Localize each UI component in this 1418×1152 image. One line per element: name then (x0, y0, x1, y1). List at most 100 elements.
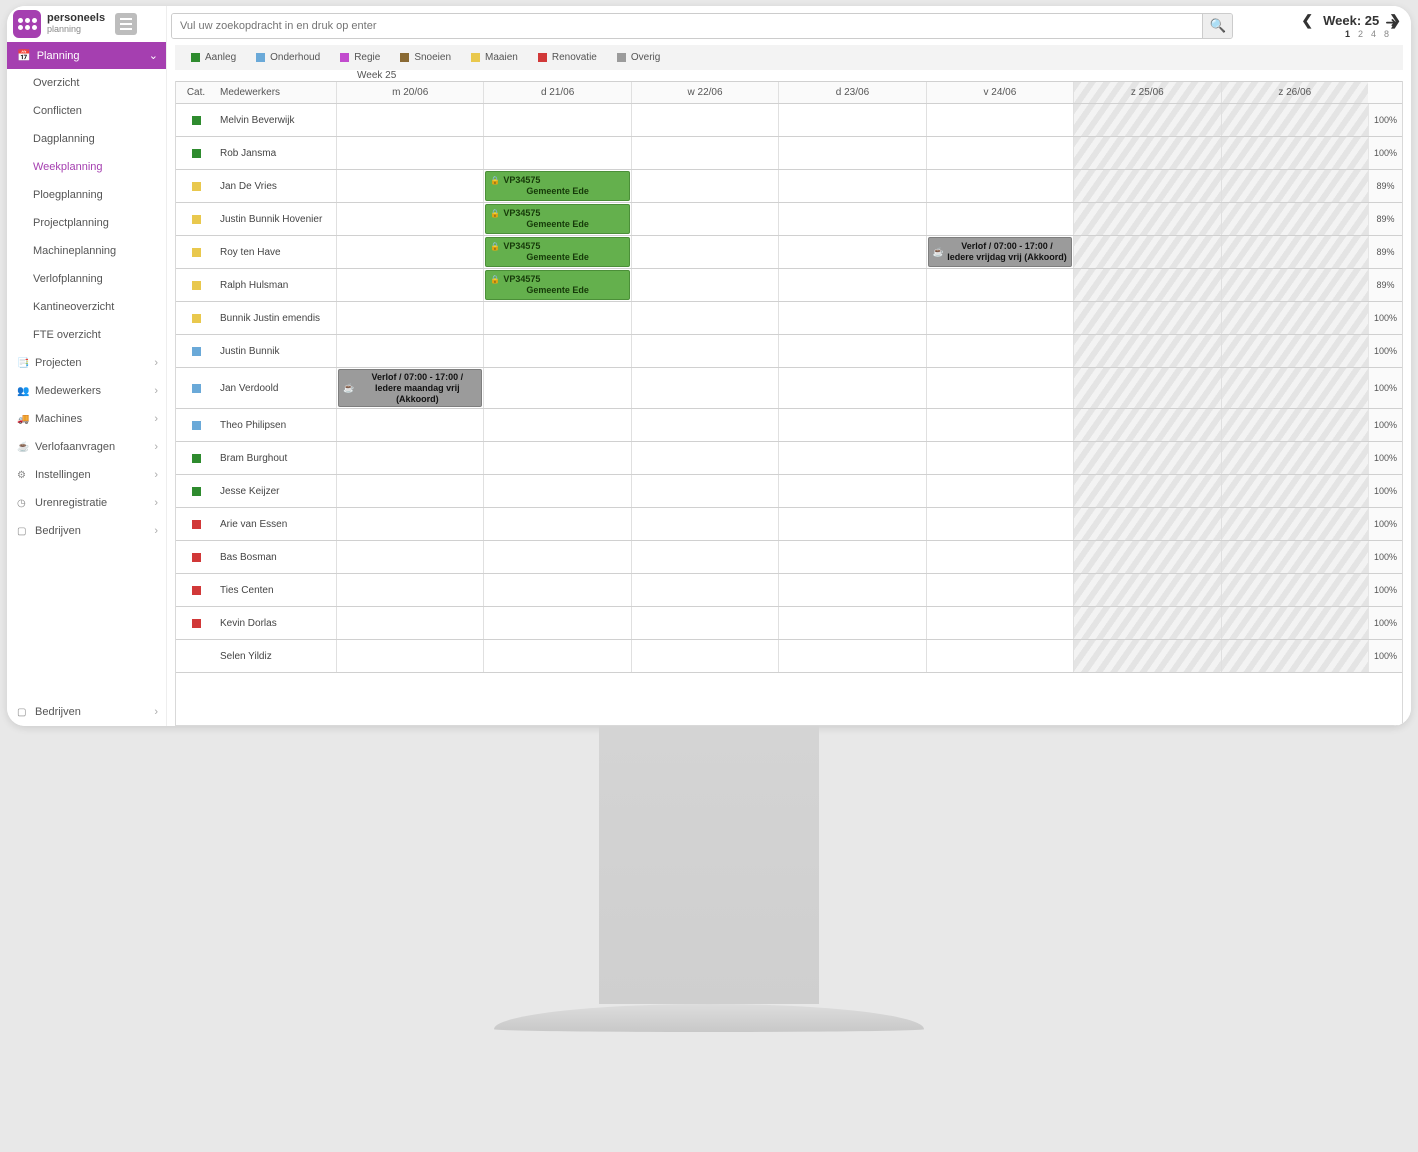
row-name[interactable]: Kevin Dorlas (216, 607, 336, 639)
cell-day-4[interactable] (926, 640, 1073, 672)
cell-day-2[interactable] (631, 335, 778, 367)
event-project[interactable]: 🔒VP34575Gemeente Ede (485, 237, 629, 267)
cell-day-5[interactable] (1073, 137, 1220, 169)
cell-day-5[interactable] (1073, 541, 1220, 573)
cell-day-4[interactable] (926, 269, 1073, 301)
cell-day-1[interactable] (483, 409, 630, 441)
legend-overig[interactable]: Overig (609, 49, 668, 66)
cell-day-0[interactable] (336, 508, 483, 540)
cell-day-4[interactable] (926, 137, 1073, 169)
nav-section-instellingen[interactable]: ⚙Instellingen› (7, 461, 166, 489)
cell-day-0[interactable] (336, 335, 483, 367)
cell-day-3[interactable] (778, 475, 925, 507)
cell-day-6[interactable] (1221, 203, 1368, 235)
cell-day-4[interactable]: ☕Verlof / 07:00 - 17:00 / Iedere vrijdag… (926, 236, 1073, 268)
cell-day-6[interactable] (1221, 442, 1368, 474)
cell-day-6[interactable] (1221, 302, 1368, 334)
cell-day-3[interactable] (778, 409, 925, 441)
cell-day-5[interactable] (1073, 368, 1220, 408)
nav-section-verlofaanvragen[interactable]: ☕Verlofaanvragen› (7, 433, 166, 461)
cell-day-3[interactable] (778, 236, 925, 268)
cell-day-3[interactable] (778, 104, 925, 136)
cell-day-2[interactable] (631, 137, 778, 169)
cell-day-5[interactable] (1073, 442, 1220, 474)
cell-day-5[interactable] (1073, 475, 1220, 507)
cell-day-1[interactable] (483, 335, 630, 367)
nav-item-machineplanning[interactable]: Machineplanning (7, 237, 166, 265)
header-day-2[interactable]: w 22/06 (631, 82, 778, 103)
cell-day-2[interactable] (631, 409, 778, 441)
row-name[interactable]: Bram Burghout (216, 442, 336, 474)
cell-day-6[interactable] (1221, 508, 1368, 540)
cell-day-2[interactable] (631, 104, 778, 136)
cell-day-2[interactable] (631, 541, 778, 573)
cell-day-0[interactable] (336, 269, 483, 301)
cell-day-1[interactable] (483, 607, 630, 639)
header-day-1[interactable]: d 21/06 (483, 82, 630, 103)
week-size-1[interactable]: 1 (1345, 29, 1350, 39)
cell-day-5[interactable] (1073, 269, 1220, 301)
cell-day-1[interactable]: 🔒VP34575Gemeente Ede (483, 203, 630, 235)
cell-day-4[interactable] (926, 607, 1073, 639)
row-name[interactable]: Bunnik Justin emendis (216, 302, 336, 334)
cell-day-4[interactable] (926, 409, 1073, 441)
nav-section-bedrijven[interactable]: ▢Bedrijven› (7, 517, 166, 545)
cell-day-3[interactable] (778, 574, 925, 606)
header-day-4[interactable]: v 24/06 (926, 82, 1073, 103)
nav-section-medewerkers[interactable]: 👥Medewerkers› (7, 377, 166, 405)
cell-day-5[interactable] (1073, 574, 1220, 606)
cell-day-4[interactable] (926, 475, 1073, 507)
cell-day-0[interactable] (336, 409, 483, 441)
cell-day-5[interactable] (1073, 170, 1220, 202)
cell-day-4[interactable] (926, 574, 1073, 606)
cell-day-1[interactable] (483, 475, 630, 507)
cell-day-3[interactable] (778, 442, 925, 474)
nav-section-projecten[interactable]: 📑Projecten› (7, 349, 166, 377)
cell-day-3[interactable] (778, 203, 925, 235)
cell-day-4[interactable] (926, 203, 1073, 235)
cell-day-2[interactable] (631, 475, 778, 507)
search-button[interactable]: 🔍 (1202, 14, 1232, 38)
cell-day-4[interactable] (926, 541, 1073, 573)
header-day-6[interactable]: z 26/06 (1221, 82, 1368, 103)
cell-day-1[interactable]: 🔒VP34575Gemeente Ede (483, 170, 630, 202)
week-size-4[interactable]: 4 (1371, 29, 1376, 39)
cell-day-5[interactable] (1073, 640, 1220, 672)
cell-day-5[interactable] (1073, 203, 1220, 235)
cell-day-4[interactable] (926, 508, 1073, 540)
row-name[interactable]: Selen Yildiz (216, 640, 336, 672)
cell-day-5[interactable] (1073, 607, 1220, 639)
nav-item-dagplanning[interactable]: Dagplanning (7, 125, 166, 153)
cell-day-0[interactable] (336, 475, 483, 507)
cell-day-6[interactable] (1221, 269, 1368, 301)
legend-maaien[interactable]: Maaien (463, 49, 526, 66)
cell-day-1[interactable]: 🔒VP34575Gemeente Ede (483, 236, 630, 268)
cell-day-5[interactable] (1073, 302, 1220, 334)
row-name[interactable]: Melvin Beverwijk (216, 104, 336, 136)
nav-item-conflicten[interactable]: Conflicten (7, 97, 166, 125)
cell-day-0[interactable] (336, 236, 483, 268)
row-name[interactable]: Justin Bunnik Hovenier (216, 203, 336, 235)
search-input[interactable] (172, 14, 1202, 38)
legend-regie[interactable]: Regie (332, 49, 388, 66)
cell-day-1[interactable] (483, 442, 630, 474)
row-name[interactable]: Bas Bosman (216, 541, 336, 573)
event-leave[interactable]: ☕Verlof / 07:00 - 17:00 / Iedere vrijdag… (928, 237, 1072, 267)
cell-day-6[interactable] (1221, 640, 1368, 672)
header-day-0[interactable]: m 20/06 (336, 82, 483, 103)
cell-day-4[interactable] (926, 368, 1073, 408)
cell-day-3[interactable] (778, 607, 925, 639)
cell-day-1[interactable] (483, 541, 630, 573)
row-name[interactable]: Theo Philipsen (216, 409, 336, 441)
cell-day-6[interactable] (1221, 475, 1368, 507)
cell-day-5[interactable] (1073, 508, 1220, 540)
cell-day-2[interactable] (631, 607, 778, 639)
cell-day-1[interactable] (483, 104, 630, 136)
cell-day-3[interactable] (778, 335, 925, 367)
legend-renovatie[interactable]: Renovatie (530, 49, 605, 66)
cell-day-3[interactable] (778, 137, 925, 169)
row-name[interactable]: Rob Jansma (216, 137, 336, 169)
cell-day-1[interactable] (483, 640, 630, 672)
cell-day-6[interactable] (1221, 574, 1368, 606)
row-name[interactable]: Jan De Vries (216, 170, 336, 202)
